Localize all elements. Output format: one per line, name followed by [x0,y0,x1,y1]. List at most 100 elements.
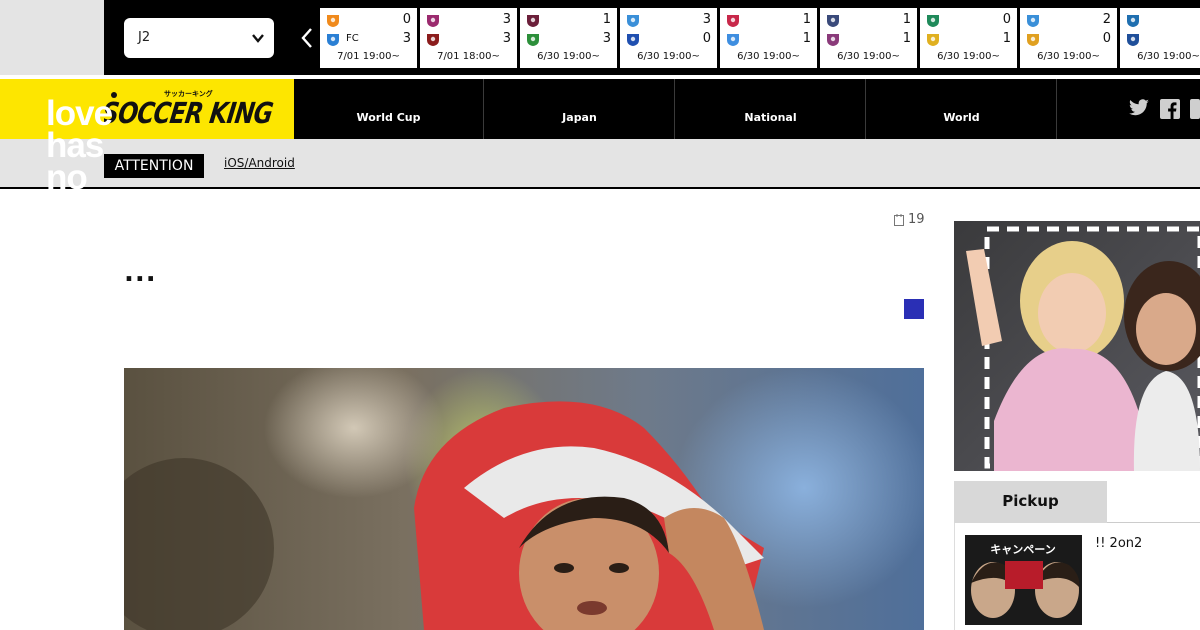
match-time: 7/01 18:00~ [437,51,500,62]
team-score: 0 [402,12,411,27]
nav-world-cup[interactable]: World Cup [294,79,484,139]
logo-area[interactable]: SOCCER KING サッカーキング [0,79,294,139]
match-card[interactable]: 1 1 6/30 19:00~ [820,8,917,68]
home-team-row: 2 [1026,12,1111,29]
article-hero-image [124,368,924,630]
away-team-row: 0 [1026,31,1111,48]
pickup-item[interactable]: キャンペーン !! 2on2 [954,523,1200,630]
match-card[interactable]: 3 0 6/30 19:00~ [620,8,717,68]
home-team-row: 3 [426,12,511,29]
team-score: 1 [602,12,611,27]
home-team-row: 0 [326,12,411,29]
twitter-icon[interactable] [1128,99,1150,117]
team-crest-icon [1027,34,1039,46]
team-crest-icon [927,15,939,27]
team-crest-icon [1127,34,1139,46]
home-team-row: 3 [626,12,711,29]
team-score: 1 [902,12,911,27]
svg-text:サッカーキング: サッカーキング [164,89,213,98]
home-team-row: 1 [726,12,811,29]
team-crest-icon [427,15,439,27]
match-card[interactable]: 2 0 6/30 19:00~ [1020,8,1117,68]
away-team-row [1126,32,1200,48]
team-score: 1 [902,31,911,46]
ad-line: labels [46,190,140,229]
category-badge[interactable] [904,299,924,319]
pickup-item-title: !! 2on2 [1095,536,1143,551]
chevron-left-icon[interactable] [298,26,318,50]
team-crest-icon [727,34,739,46]
home-team-row [1126,13,1200,29]
team-crest-icon [527,34,539,46]
nav-national[interactable]: National [676,79,866,139]
facebook-icon[interactable] [1160,99,1180,119]
team-crest-icon [427,34,439,46]
article-title: ... [124,258,157,288]
ad-headline: love has no labels [46,96,140,229]
match-time: 6/30 19:00~ [1137,51,1200,62]
away-team-row: 1 [826,31,911,48]
match-card[interactable]: 6/30 19:00~ [1120,8,1200,68]
away-team-row: 1 [726,31,811,48]
away-team-row: 1 [926,31,1011,48]
team-score: 3 [502,12,511,27]
team-crest-icon [1027,15,1039,27]
match-card[interactable]: 1 3 6/30 19:00~ [520,8,617,68]
match-card[interactable]: 0 FC 3 7/01 19:00~ [320,8,417,68]
away-team-row: FC 3 [326,31,411,48]
team-score: 1 [802,31,811,46]
match-list: 0 FC 3 7/01 19:00~ 3 3 7/01 18:00~ 1 3 6/30 19:00… [320,8,1200,68]
away-team-row: 3 [426,31,511,48]
team-score: 3 [502,31,511,46]
score-ticker: J2 0 FC 3 7/01 19:00~ 3 3 7/01 18:00~ 1 3 6/30 19… [0,0,1200,75]
line-icon[interactable] [1190,99,1200,119]
team-score: 1 [802,12,811,27]
match-time: 6/30 19:00~ [837,51,900,62]
team-score: 2 [1102,12,1111,27]
pickup-tabs: Pickup [954,481,1200,523]
team-crest-icon [627,34,639,46]
svg-text:キャンペーン: キャンペーン [990,543,1055,556]
team-crest-icon [327,15,339,27]
match-time: 6/30 19:00~ [937,51,1000,62]
team-crest-icon [727,15,739,27]
match-card[interactable]: 3 3 7/01 18:00~ [420,8,517,68]
home-team-row: 0 [926,12,1011,29]
home-team-row: 1 [526,12,611,29]
attention-bar: ATTENTION iOS/Android [0,139,1200,189]
team-score: 3 [402,31,411,46]
match-time: 7/01 19:00~ [337,51,400,62]
nav-world[interactable]: World [867,79,1057,139]
nav-japan[interactable]: Japan [485,79,675,139]
advertisement-banner[interactable] [954,221,1200,471]
team-crest-icon [827,15,839,27]
pickup-thumbnail: キャンペーン [965,535,1082,625]
league-select-value: J2 [138,30,151,45]
team-crest-icon [1127,15,1139,27]
match-time: 6/30 19:00~ [637,51,700,62]
match-time: 6/30 19:00~ [1037,51,1100,62]
team-crest-icon [527,15,539,27]
league-select[interactable]: J2 [124,18,274,58]
team-score: 0 [702,31,711,46]
view-count: 19 [894,212,925,227]
team-crest-icon [327,34,339,46]
home-team-row: 1 [826,12,911,29]
away-team-row: 0 [626,31,711,48]
attention-link[interactable]: iOS/Android [224,156,337,170]
team-crest-icon [927,34,939,46]
team-score: 0 [1102,31,1111,46]
site-header: SOCCER KING サッカーキング World Cup Japan Nati… [0,79,1200,139]
view-count-value: 19 [908,212,925,227]
team-score: 0 [1002,12,1011,27]
match-card[interactable]: 0 1 6/30 19:00~ [920,8,1017,68]
chevron-down-icon [252,34,264,43]
away-team-row: 3 [526,31,611,48]
social-links [1128,99,1200,121]
tab-pickup[interactable]: Pickup [954,481,1107,523]
team-score: 3 [602,31,611,46]
team-crest-icon [827,34,839,46]
match-card[interactable]: 1 1 6/30 19:00~ [720,8,817,68]
team-name: FC [346,33,359,44]
team-score: 3 [702,12,711,27]
